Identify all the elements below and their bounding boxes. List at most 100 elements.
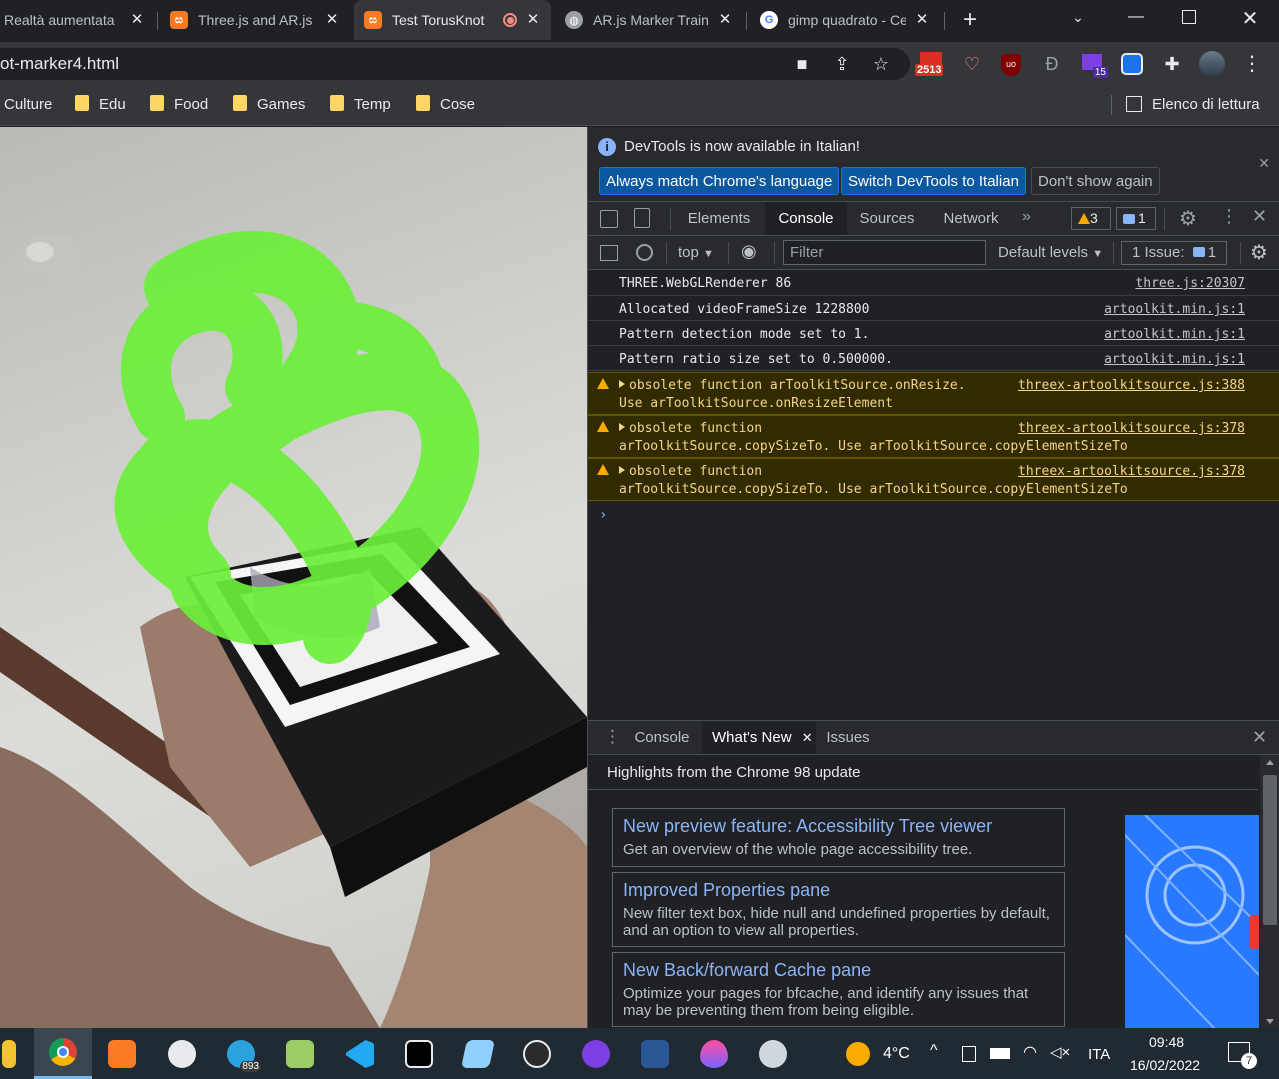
source-link[interactable]: three.js:20307 [1135,276,1245,291]
source-link[interactable]: artoolkit.min.js:1 [1104,327,1245,342]
new-tab-icon[interactable]: + [958,8,982,32]
tray-chevron-icon[interactable]: ^ [930,1042,938,1060]
warnings-counter[interactable]: 3 [1071,207,1111,230]
bookmark-cose[interactable]: Cose [416,86,475,124]
clock-time[interactable]: 09:48 [1149,1034,1184,1050]
paint-icon[interactable] [753,1034,793,1074]
gmail-extension-icon[interactable]: 2513 [915,50,947,80]
close-drawer-icon[interactable]: ✕ [1252,727,1267,748]
obs-icon[interactable] [517,1034,557,1074]
log-levels-dropdown[interactable]: Default levels ▼ [998,244,1103,261]
feature-title[interactable]: New preview feature: Accessibility Tree … [623,815,1054,837]
tab-search-chevron-icon[interactable]: ⌄ [1068,9,1088,29]
screen-capture-icon[interactable] [1121,53,1143,75]
ar-camera-view[interactable] [0,127,587,1028]
sidebar-toggle-icon[interactable] [600,245,618,261]
bookmark-food[interactable]: Food [150,86,208,124]
pocket-icon[interactable]: ♡ [960,52,984,76]
notepad-plus-icon[interactable] [280,1034,320,1074]
source-link[interactable]: threex-artoolkitsource.js:378 [1018,464,1245,479]
issues-button[interactable]: 1 Issue: 1 [1121,241,1228,265]
close-devtools-icon[interactable]: ✕ [1252,206,1267,227]
tab-test-torusknot[interactable]: ස Test TorusKnot ✕ [354,0,551,40]
dont-show-again-button[interactable]: Don't show again [1031,167,1160,195]
notification-icon[interactable]: 7 [1228,1042,1257,1069]
language-indicator[interactable]: ITA [1088,1046,1110,1063]
deepl-icon[interactable]: Ɖ [1040,52,1064,76]
drawer-tab-console[interactable]: Console [626,721,698,754]
restore-icon[interactable] [1182,10,1196,24]
inspect-icon[interactable] [600,210,618,228]
live-expression-eye-icon[interactable]: ◉ [741,241,757,262]
bookmark-games[interactable]: Games [233,86,305,124]
bookmark-temp[interactable]: Temp [330,86,391,124]
tray-app-icon[interactable] [962,1046,976,1062]
battery-icon[interactable] [990,1048,1010,1059]
feature-title[interactable]: Improved Properties pane [623,879,1054,901]
reading-list-button[interactable]: Elenco di lettura [1126,86,1260,124]
feature-card[interactable]: New preview feature: Accessibility Tree … [612,808,1065,867]
console-output[interactable]: THREE.WebGLRenderer 86 three.js:20307 Al… [588,270,1279,720]
close-tab-icon[interactable]: ✕ [525,12,541,28]
extensions-puzzle-icon[interactable]: ✚ [1160,52,1184,76]
messages-counter[interactable]: 1 [1116,207,1156,230]
tab-threejs[interactable]: ස Three.js and AR.js ✕ [160,0,350,40]
telegram-icon[interactable]: 893 [221,1034,261,1074]
chrome-taskbar-icon[interactable] [34,1028,92,1079]
console-prompt-chevron-icon[interactable]: › [599,507,607,523]
match-language-button[interactable]: Always match Chrome's language [599,167,840,195]
context-selector[interactable]: top ▼ [678,244,714,261]
infobar-close-icon[interactable]: ✕ [1258,155,1270,172]
devtools-menu-icon[interactable]: ⋮ [1220,206,1238,227]
minimize-icon[interactable]: — [1124,8,1148,32]
weather-sun-icon[interactable] [846,1042,870,1066]
settings-gear-icon[interactable]: ⚙ [1179,206,1197,231]
device-toolbar-icon[interactable] [634,208,650,228]
avatar[interactable] [1199,51,1225,77]
tab-google-search[interactable]: G gimp quadrato - Cerca con Google ✕ [750,0,940,40]
tab-elements[interactable]: Elements [677,202,761,235]
github-desktop-icon[interactable] [576,1034,616,1074]
tab-sources[interactable]: Sources [849,202,925,235]
drawer-menu-icon[interactable]: ⋮ [604,727,621,747]
ublock-icon[interactable]: uo [1001,54,1021,76]
close-tab-icon[interactable]: ✕ [129,12,145,28]
tab-realta[interactable]: Realtà aumentata ✕ [0,0,155,40]
file-explorer-icon[interactable] [0,1034,18,1074]
feature-card[interactable]: Improved Properties pane New filter text… [612,872,1065,947]
close-tab-icon[interactable]: ✕ [914,12,930,28]
snipping-tool-icon[interactable] [162,1034,202,1074]
intellij-icon[interactable] [399,1034,439,1074]
source-link[interactable]: threex-artoolkitsource.js:388 [1018,378,1245,393]
paint-3d-icon[interactable] [694,1034,734,1074]
extension-house-icon[interactable]: 15 [1082,52,1108,78]
wifi-icon[interactable]: ◠ [1023,1042,1037,1062]
bookmark-star-icon[interactable]: ☆ [869,52,893,76]
volume-muted-icon[interactable]: ◁× [1050,1043,1070,1061]
tab-console[interactable]: Console [765,202,847,235]
weather-temp[interactable]: 4°C [883,1045,910,1063]
notes-app-icon[interactable] [458,1034,498,1074]
close-tab-icon[interactable]: ✕ [802,730,813,745]
word-icon[interactable] [635,1034,675,1074]
console-settings-gear-icon[interactable]: ⚙ [1250,240,1268,265]
source-link[interactable]: artoolkit.min.js:1 [1104,352,1245,367]
camera-icon[interactable]: ■ [790,52,814,76]
clock-date[interactable]: 16/02/2022 [1130,1057,1200,1073]
window-close-icon[interactable]: ✕ [1238,6,1262,30]
drawer-tab-issues[interactable]: Issues [821,721,875,754]
tab-arjs-marker[interactable]: ◍ AR.js Marker Training ✕ [555,0,743,40]
bookmark-culture[interactable]: Culture [4,86,52,124]
source-link[interactable]: artoolkit.min.js:1 [1104,302,1245,317]
feature-title[interactable]: New Back/forward Cache pane [623,959,1054,981]
filter-input[interactable]: Filter [783,240,986,265]
xampp-taskbar-icon[interactable] [102,1034,142,1074]
close-tab-icon[interactable]: ✕ [717,12,733,28]
share-icon[interactable]: ⇪ [830,52,854,76]
feature-card[interactable]: New Back/forward Cache pane Optimize you… [612,952,1065,1027]
clear-console-icon[interactable] [636,244,653,261]
more-menu-icon[interactable]: ⋮ [1240,52,1264,76]
drawer-scrollbar[interactable] [1260,755,1279,1029]
drawer-tab-whats-new[interactable]: What's New ✕ [702,721,816,754]
switch-italian-button[interactable]: Switch DevTools to Italian [841,167,1026,195]
